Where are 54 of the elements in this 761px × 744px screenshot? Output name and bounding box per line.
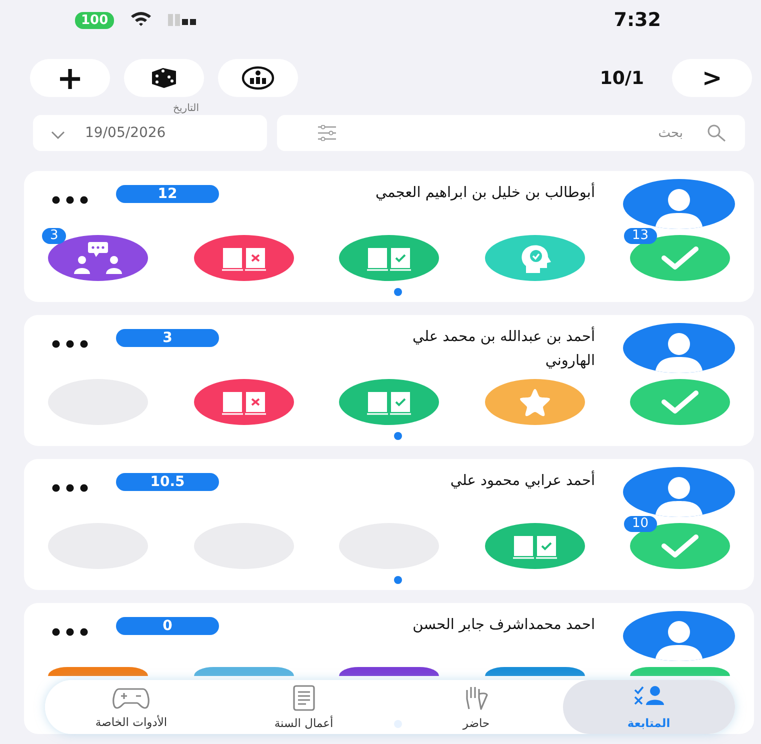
check-icon xyxy=(660,390,700,414)
page-indicator xyxy=(394,576,402,584)
score-badge: 12 xyxy=(116,185,219,203)
filter-icon[interactable] xyxy=(317,125,337,141)
star-icon xyxy=(518,387,552,417)
next-button[interactable]: > xyxy=(672,59,752,97)
search-field[interactable]: بحث xyxy=(277,115,745,151)
open-book-cross-icon xyxy=(220,389,266,415)
open-book-check-icon xyxy=(366,245,412,271)
student-name: احمد محمداشرف جابر الحسن xyxy=(412,616,595,635)
open-book-check-icon xyxy=(512,533,558,559)
search-icon xyxy=(707,124,727,142)
document-icon xyxy=(290,684,317,710)
check-icon xyxy=(660,534,700,558)
student-name: أحمد عرابي محمود علي xyxy=(247,467,595,493)
dice-icon xyxy=(150,67,178,89)
tab[interactable]: أعمال السنة xyxy=(218,680,390,734)
score-badge: 0 xyxy=(116,617,219,635)
group-icon xyxy=(241,66,275,90)
check-icon xyxy=(660,246,700,270)
action-button[interactable] xyxy=(339,667,439,676)
date-value: 19/05/2026 xyxy=(85,125,166,141)
more-icon[interactable] xyxy=(52,340,88,348)
signal-icon xyxy=(168,14,198,26)
page-indicator xyxy=(394,288,402,296)
more-icon[interactable] xyxy=(52,484,88,492)
action-button[interactable] xyxy=(48,667,148,676)
clock-time: 7:32 xyxy=(614,9,661,31)
date-label: التاريخ xyxy=(173,103,199,115)
student-name: أبوطالب بن خليل بن ابراهيم العجمي xyxy=(247,179,595,205)
action-button[interactable] xyxy=(484,667,584,676)
tab[interactable]: حاضر xyxy=(390,680,562,734)
more-icon[interactable] xyxy=(52,196,88,204)
tab[interactable]: الأدوات الخاصة xyxy=(45,680,218,734)
more-icon[interactable] xyxy=(52,628,88,636)
score-badge: 10.5 xyxy=(116,473,219,491)
page-indicator xyxy=(394,432,402,440)
count-badge: 3 xyxy=(42,228,66,244)
page-counter: 10/1 xyxy=(600,68,644,88)
chevron-down-icon xyxy=(51,130,65,138)
group-button[interactable] xyxy=(218,59,298,97)
add-button[interactable]: + xyxy=(30,59,110,97)
score-badge: 3 xyxy=(116,329,219,347)
count-badge: 13 xyxy=(624,228,657,244)
battery-indicator: 100 xyxy=(75,12,114,28)
student-name: أحمد بن عبدالله بن محمد علي الهاروني xyxy=(247,323,595,373)
open-book-cross-icon xyxy=(220,245,266,271)
count-badge: 10 xyxy=(624,516,657,532)
people-chat-icon xyxy=(72,241,124,275)
gamepad-icon xyxy=(111,686,152,710)
date-field[interactable]: 19/05/2026 xyxy=(33,115,267,151)
wifi-icon xyxy=(130,10,152,26)
dice-button[interactable] xyxy=(124,59,204,97)
open-book-check-icon xyxy=(366,389,412,415)
